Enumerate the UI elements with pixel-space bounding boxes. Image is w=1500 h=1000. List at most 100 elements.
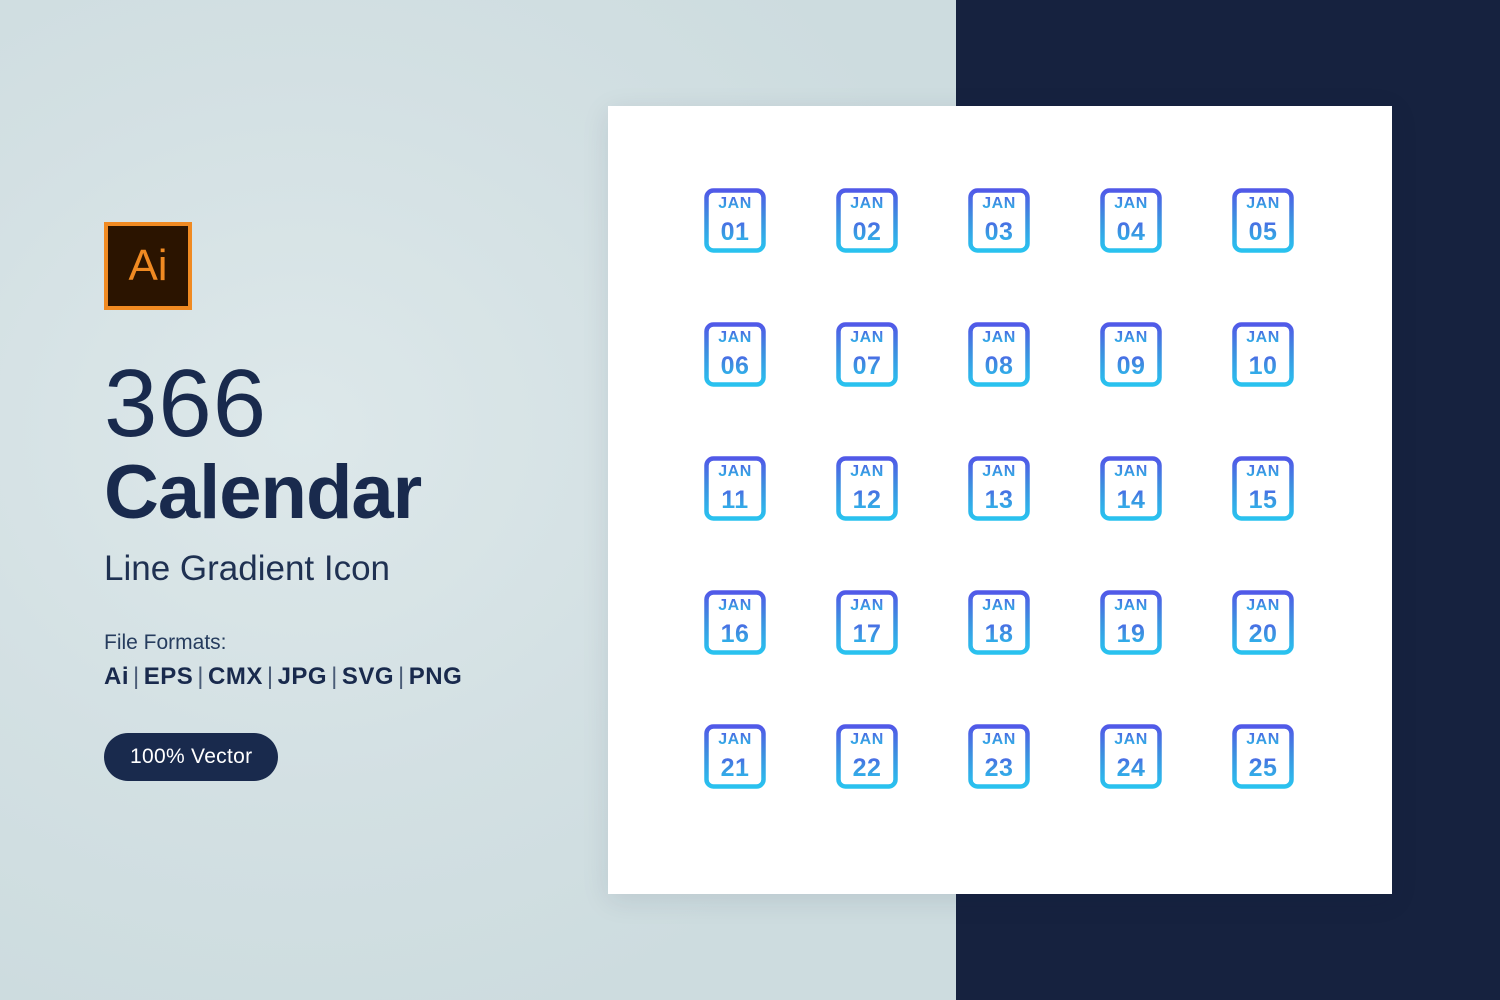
calendar-day-number: 14	[1117, 486, 1146, 514]
ai-badge-label: Ai	[128, 241, 168, 290]
calendar-icon-19[interactable]: JAN 19	[1090, 582, 1174, 672]
calendar-glyph-22: JAN 22	[836, 716, 898, 789]
calendar-glyph-17: JAN 17	[836, 582, 898, 655]
preview-canvas: Ai 366 Calendar Line Gradient Icon File …	[0, 0, 1500, 1000]
calendar-icon-18[interactable]: JAN 18	[958, 582, 1042, 672]
calendar-icon-01[interactable]: JAN 01	[694, 180, 778, 270]
calendar-glyph-10: JAN 10	[1232, 314, 1294, 387]
format-eps: EPS	[143, 663, 194, 691]
format-separator: |	[133, 663, 140, 691]
calendar-month-label: JAN	[850, 731, 884, 748]
calendar-day-number: 04	[1117, 218, 1146, 246]
calendar-icon-grid: JAN 01 JAN 02 JAN 03 JAN 04 JAN 05 JAN 06 JAN 07 JAN 08…	[670, 180, 1330, 850]
info-column: Ai 366 Calendar Line Gradient Icon File …	[104, 222, 574, 782]
calendar-day-number: 22	[853, 754, 882, 782]
calendar-icon-24[interactable]: JAN 24	[1090, 716, 1174, 806]
calendar-month-label: JAN	[982, 329, 1016, 346]
calendar-day-number: 13	[985, 486, 1014, 514]
calendar-month-label: JAN	[850, 463, 884, 480]
calendar-icon-13[interactable]: JAN 13	[958, 448, 1042, 538]
format-png: PNG	[408, 663, 463, 691]
calendar-month-label: JAN	[850, 195, 884, 212]
calendar-icon-21[interactable]: JAN 21	[694, 716, 778, 806]
calendar-glyph-02: JAN 02	[836, 180, 898, 253]
calendar-month-label: JAN	[1246, 463, 1280, 480]
calendar-month-label: JAN	[850, 329, 884, 346]
calendar-month-label: JAN	[1114, 463, 1148, 480]
calendar-month-label: JAN	[718, 731, 752, 748]
calendar-icon-22[interactable]: JAN 22	[826, 716, 910, 806]
calendar-glyph-04: JAN 04	[1100, 180, 1162, 253]
format-separator: |	[266, 663, 274, 691]
calendar-day-number: 15	[1249, 486, 1278, 514]
calendar-icon-23[interactable]: JAN 23	[958, 716, 1042, 806]
calendar-month-label: JAN	[1114, 731, 1148, 748]
calendar-month-label: JAN	[1114, 195, 1148, 212]
calendar-icon-10[interactable]: JAN 10	[1222, 314, 1306, 404]
calendar-glyph-13: JAN 13	[968, 448, 1030, 521]
format-separator: |	[331, 663, 338, 691]
vector-badge: 100% Vector	[104, 733, 279, 782]
calendar-icon-02[interactable]: JAN 02	[826, 180, 910, 270]
calendar-glyph-14: JAN 14	[1100, 448, 1162, 521]
calendar-day-number: 06	[721, 352, 750, 380]
calendar-glyph-03: JAN 03	[968, 180, 1030, 253]
calendar-day-number: 02	[853, 218, 882, 246]
calendar-icon-08[interactable]: JAN 08	[958, 314, 1042, 404]
file-formats-list: Ai | EPS | CMX | JPG | SVG | PNG	[104, 663, 574, 691]
calendar-day-number: 12	[853, 486, 882, 514]
format-separator: |	[197, 663, 204, 691]
calendar-icon-05[interactable]: JAN 05	[1222, 180, 1306, 270]
calendar-glyph-08: JAN 08	[968, 314, 1030, 387]
calendar-day-number: 07	[853, 352, 882, 380]
calendar-month-label: JAN	[718, 329, 752, 346]
calendar-day-number: 17	[853, 620, 882, 648]
calendar-day-number: 09	[1117, 352, 1146, 380]
calendar-glyph-20: JAN 20	[1232, 582, 1294, 655]
calendar-glyph-24: JAN 24	[1100, 716, 1162, 789]
file-formats-label: File Formats:	[104, 631, 227, 655]
calendar-day-number: 25	[1249, 754, 1278, 782]
calendar-icon-20[interactable]: JAN 20	[1222, 582, 1306, 672]
calendar-icon-16[interactable]: JAN 16	[694, 582, 778, 672]
calendar-day-number: 10	[1249, 352, 1278, 380]
calendar-icon-09[interactable]: JAN 09	[1090, 314, 1174, 404]
calendar-month-label: JAN	[982, 463, 1016, 480]
calendar-day-number: 18	[985, 620, 1014, 648]
page-title: Calendar	[104, 450, 422, 536]
calendar-glyph-06: JAN 06	[704, 314, 766, 387]
calendar-month-label: JAN	[1246, 329, 1280, 346]
format-separator: |	[398, 663, 405, 691]
adobe-illustrator-badge: Ai	[104, 222, 192, 310]
calendar-icon-14[interactable]: JAN 14	[1090, 448, 1174, 538]
calendar-day-number: 19	[1117, 620, 1146, 648]
calendar-icon-25[interactable]: JAN 25	[1222, 716, 1306, 806]
calendar-day-number: 08	[985, 352, 1014, 380]
calendar-icon-07[interactable]: JAN 07	[826, 314, 910, 404]
calendar-month-label: JAN	[982, 597, 1016, 614]
calendar-icon-03[interactable]: JAN 03	[958, 180, 1042, 270]
icon-count: 366	[104, 350, 268, 457]
calendar-glyph-11: JAN 11	[704, 448, 766, 521]
calendar-month-label: JAN	[718, 597, 752, 614]
calendar-icon-15[interactable]: JAN 15	[1222, 448, 1306, 538]
calendar-glyph-23: JAN 23	[968, 716, 1030, 789]
calendar-glyph-07: JAN 07	[836, 314, 898, 387]
format-jpg: JPG	[277, 663, 328, 691]
calendar-month-label: JAN	[1114, 597, 1148, 614]
calendar-month-label: JAN	[982, 195, 1016, 212]
calendar-month-label: JAN	[718, 463, 752, 480]
calendar-month-label: JAN	[1246, 597, 1280, 614]
calendar-month-label: JAN	[1246, 195, 1280, 212]
calendar-glyph-21: JAN 21	[704, 716, 766, 789]
calendar-icon-06[interactable]: JAN 06	[694, 314, 778, 404]
calendar-glyph-16: JAN 16	[704, 582, 766, 655]
calendar-icon-12[interactable]: JAN 12	[826, 448, 910, 538]
calendar-day-number: 20	[1249, 620, 1278, 648]
calendar-icon-17[interactable]: JAN 17	[826, 582, 910, 672]
calendar-day-number: 05	[1249, 218, 1278, 246]
calendar-day-number: 01	[721, 218, 750, 246]
calendar-month-label: JAN	[1114, 329, 1148, 346]
calendar-icon-11[interactable]: JAN 11	[694, 448, 778, 538]
calendar-icon-04[interactable]: JAN 04	[1090, 180, 1174, 270]
